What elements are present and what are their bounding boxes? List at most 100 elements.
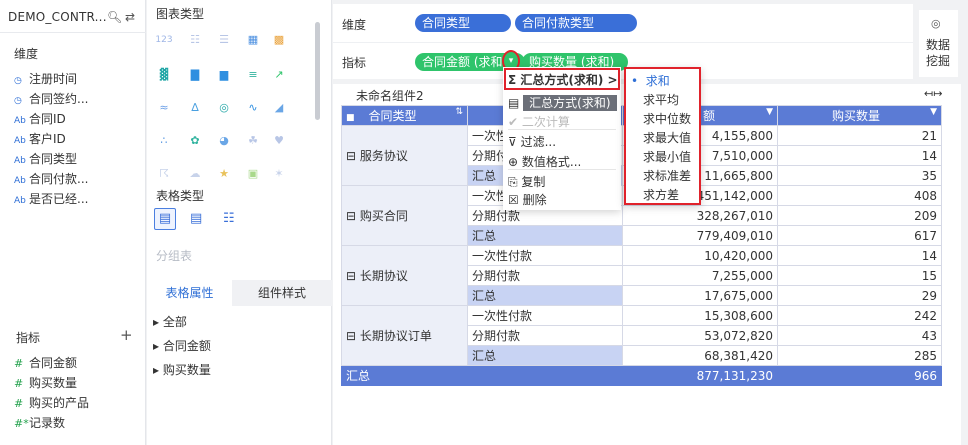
group-cell[interactable]: ⊟ 长期协议订单	[341, 305, 468, 366]
cross-table-icon[interactable]: ☰	[215, 33, 233, 47]
step-chart-icon[interactable]: ↗	[270, 68, 288, 82]
fit-width-icon[interactable]: ↤↦	[924, 87, 942, 100]
heatmap-icon[interactable]: ▩	[270, 33, 288, 47]
tab-component-style[interactable]: 组件样式	[232, 280, 332, 306]
search-icon[interactable]: 🔍︎	[107, 10, 122, 24]
rose-chart-icon[interactable]: ☘	[244, 134, 262, 148]
metric-purchased-product[interactable]: # 购买的产品	[14, 394, 89, 411]
dropdown-icon[interactable]: ▼	[766, 107, 773, 117]
number-type-icon: #	[14, 377, 24, 390]
menu-item-aggregation-tag[interactable]: ▤ 汇总方式(求和)	[508, 94, 617, 111]
component-title[interactable]: 未命名组件2	[356, 87, 424, 104]
trend-chart-icon[interactable]: ∿	[244, 101, 262, 115]
metric-contract-amount[interactable]: # 合同金额	[14, 354, 77, 371]
gauge-chart-icon[interactable]: ♥	[270, 134, 288, 148]
copy-icon: ⎘	[508, 175, 522, 189]
add-metric-button[interactable]: +	[120, 326, 133, 344]
menu-item-aggregation[interactable]: Σ 汇总方式(求和) >	[508, 71, 618, 88]
table-chart-icon[interactable]: ☷	[186, 33, 204, 47]
combo-chart-icon[interactable]: ◢	[270, 101, 288, 115]
collapse-toggle-icon[interactable]: ⊟	[346, 329, 360, 343]
collapse-toggle-icon[interactable]: ⊟	[346, 269, 360, 283]
agg-option-variance[interactable]: 求方差	[643, 186, 679, 203]
subtotal-label-cell: 汇总	[467, 345, 623, 366]
dimension-pill-contract-type[interactable]: 合同类型	[415, 14, 511, 32]
field-customer-id[interactable]: Ab 客户ID	[14, 130, 66, 147]
tree-item-all[interactable]: ▸ 全部	[153, 313, 187, 330]
qty-cell: 14	[777, 145, 942, 166]
trash-icon: ☒	[508, 193, 523, 207]
dataset-title[interactable]: DEMO_CONTR...	[8, 10, 107, 24]
grouped-column-icon[interactable]: ▆	[215, 68, 233, 82]
matrix-icon[interactable]: ▣	[244, 167, 262, 181]
detail-table-type-icon[interactable]: ☷	[223, 211, 235, 226]
table-type-title: 表格类型	[156, 189, 205, 203]
agg-option-max[interactable]: 求最大值	[643, 129, 691, 146]
number-type-icon: #	[14, 357, 24, 370]
cross-table-type-icon[interactable]: ▤	[190, 211, 202, 226]
bar-chart-icon[interactable]: ▓	[155, 68, 173, 82]
agg-option-min[interactable]: 求最小值	[643, 148, 691, 165]
group-cell[interactable]: ⊟ 长期协议	[341, 245, 468, 306]
agg-option-median[interactable]: 求中位数	[643, 110, 691, 127]
stacked-bar-icon[interactable]: ≡	[244, 68, 262, 82]
collapse-icon[interactable]: ■	[346, 113, 355, 123]
data-panel: DEMO_CONTR... 🔍︎ ⇄ 维度 ◷ 注册时间 ◷ 合同签约... Ab 合…	[0, 0, 146, 445]
amount-cell: 17,675,000	[622, 285, 778, 306]
metric-record-count[interactable]: #*记录数	[14, 414, 65, 431]
metric-purchase-qty[interactable]: # 购买数量	[14, 374, 77, 391]
group-table-icon[interactable]: ▤	[154, 208, 176, 230]
clock-icon: ◷	[14, 96, 22, 106]
column-header-qty[interactable]: 购买数量 ▼	[777, 105, 942, 126]
line-chart-icon[interactable]: ≈	[155, 101, 173, 115]
field-contract-id[interactable]: Ab 合同ID	[14, 110, 66, 127]
word-cloud-icon[interactable]: ☁	[186, 167, 204, 181]
sort-icon[interactable]: ⇅	[455, 107, 463, 117]
amount-cell: 7,255,000	[622, 265, 778, 286]
payment-cell: 一次性付款	[467, 245, 623, 266]
tab-table-properties[interactable]: 表格属性	[147, 280, 232, 306]
payment-cell: 一次性付款	[467, 305, 623, 326]
menu-item-delete[interactable]: ☒ 删除	[508, 191, 547, 208]
tree-item-purchase-qty[interactable]: ▸ 购买数量	[153, 361, 211, 378]
property-tabs: 表格属性 组件样式	[147, 280, 332, 306]
group-cell[interactable]: ⊟ 服务协议	[341, 125, 468, 186]
field-payment-type[interactable]: Ab 合同付款...	[14, 170, 88, 187]
collapse-toggle-icon[interactable]: ⊟	[346, 209, 360, 223]
pie-chart-icon[interactable]: ◕	[215, 134, 233, 148]
data-mining-card[interactable]: ◎ 数据 挖掘	[919, 10, 958, 77]
tree-chart-icon[interactable]: ✶	[270, 167, 288, 181]
field-register-time[interactable]: ◷ 注册时间	[14, 70, 77, 87]
menu-item-copy[interactable]: ⎘ 复制	[508, 173, 545, 190]
treemap-icon[interactable]: ★	[215, 167, 233, 181]
agg-option-stddev[interactable]: 求标准差	[643, 167, 691, 184]
metric-section-title: 指标	[16, 331, 41, 345]
menu-item-number-format[interactable]: ⊕ 数值格式...	[508, 153, 581, 170]
agg-option-sum[interactable]: • 求和	[631, 72, 670, 89]
group-cell[interactable]: ⊟ 购买合同	[341, 185, 468, 246]
number-chart-icon[interactable]: 123	[155, 33, 173, 47]
table-type-name: 分组表	[156, 249, 193, 263]
area-chart-icon[interactable]: ∆	[186, 101, 204, 115]
tree-item-contract-amount[interactable]: ▸ 合同金额	[153, 337, 211, 354]
menu-item-filter[interactable]: ⊽ 过滤...	[508, 133, 556, 150]
switch-dataset-icon[interactable]: ⇄	[125, 10, 135, 24]
dropdown-icon[interactable]: ▼	[930, 107, 937, 117]
funnel-chart-icon[interactable]: ✿	[186, 134, 204, 148]
menu-item-secondary-calc[interactable]: ✔ 二次计算	[508, 113, 570, 130]
map-icon[interactable]: ☈	[155, 167, 173, 181]
field-sign-time[interactable]: ◷ 合同签约...	[14, 90, 88, 107]
field-is-done[interactable]: Ab 是否已经...	[14, 190, 88, 207]
dimension-pill-payment-type[interactable]: 合同付款类型	[515, 14, 637, 32]
detail-table-icon[interactable]: ▦	[244, 33, 262, 47]
radar-chart-icon[interactable]: ◎	[215, 101, 233, 115]
field-contract-type[interactable]: Ab 合同类型	[14, 150, 77, 167]
column-chart-icon[interactable]: ▇	[186, 68, 204, 82]
chart-settings-panel: 图表类型 123 ☷ ☰ ▦ ▩ ▓ ▇ ▆ ≡ ↗ ≈ ∆ ◎ ∿ ◢ ∴ ✿…	[147, 0, 332, 445]
text-type-icon: Ab	[14, 156, 26, 166]
agg-option-avg[interactable]: 求平均	[643, 91, 679, 108]
scrollbar[interactable]	[315, 22, 320, 120]
scatter-chart-icon[interactable]: ∴	[155, 134, 173, 148]
column-header-contract-type[interactable]: ■ 合同类型 ⇅	[341, 105, 468, 126]
collapse-toggle-icon[interactable]: ⊟	[346, 149, 360, 163]
